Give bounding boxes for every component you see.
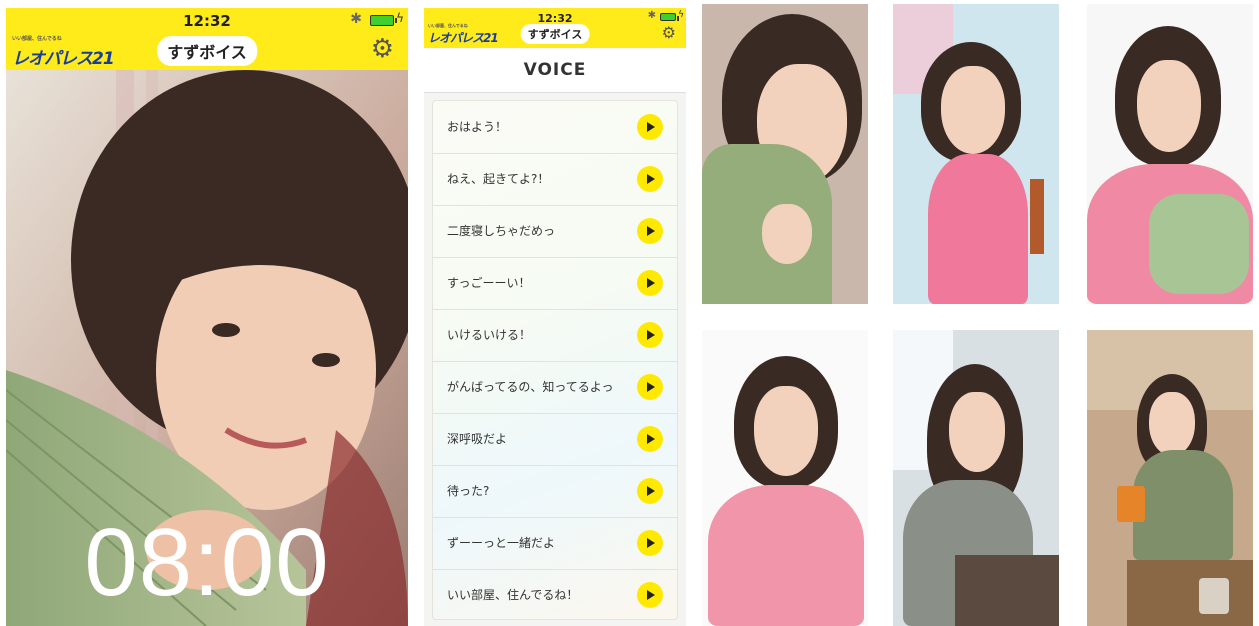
play-icon[interactable]: [637, 426, 663, 452]
voice-label: いい部屋、住んでるね！: [447, 588, 579, 602]
status-time: 12:32: [183, 12, 231, 30]
voice-list-item[interactable]: 深呼吸だよ: [433, 413, 677, 466]
play-icon[interactable]: [637, 166, 663, 192]
voice-list: おはよう！ ねえ、起きてよ?！ 二度寝しちゃだめっ すっごーーい！ いけるいける…: [432, 100, 678, 620]
voice-label: ねえ、起きてよ?！: [447, 172, 550, 186]
voice-label: 待った?: [447, 484, 490, 498]
voice-label: すっごーーい！: [447, 276, 531, 290]
gear-icon[interactable]: ⚙: [371, 36, 394, 62]
app-header-bar: 12:32 ✱ ϟ いい部屋、住んでるね レオパレス21 すずボイス ⚙: [6, 8, 408, 70]
voice-list-item[interactable]: がんばってるの、知ってるよっ: [433, 361, 677, 414]
voice-list-item[interactable]: 待った?: [433, 465, 677, 518]
voice-list-item[interactable]: いい部屋、住んでるね！: [433, 569, 677, 621]
bluetooth-icon: ✱: [350, 11, 362, 27]
voice-list-item[interactable]: ずーーっと一緒だよ: [433, 517, 677, 570]
wallpaper-thumbnail[interactable]: [893, 330, 1059, 626]
wallpaper-thumbnail[interactable]: [1087, 4, 1253, 304]
bluetooth-icon: ✱: [647, 10, 656, 21]
play-icon[interactable]: [637, 218, 663, 244]
wallpaper-thumbnail[interactable]: [893, 4, 1059, 304]
charging-icon: ϟ: [678, 10, 684, 20]
page-title: VOICE: [424, 48, 686, 93]
voice-list-item[interactable]: ねえ、起きてよ?！: [433, 153, 677, 206]
app-header-bar: 12:32 ✱ ϟ いい部屋、住んでるね レオパレス21 すずボイス ⚙: [424, 8, 686, 48]
wallpaper-thumbnail[interactable]: [702, 4, 868, 304]
wallpaper-thumbnail[interactable]: [702, 330, 868, 626]
app-title: すずボイス: [157, 36, 257, 66]
play-icon[interactable]: [637, 530, 663, 556]
play-icon[interactable]: [637, 374, 663, 400]
voice-label: いけるいける！: [447, 328, 532, 342]
voice-list-item[interactable]: すっごーーい！: [433, 257, 677, 310]
alarm-clock-time: 08:00: [84, 509, 330, 616]
lock-screen-phone: 12:32 ✱ ϟ いい部屋、住んでるね レオパレス21 すずボイス ⚙ 08:0…: [6, 8, 408, 626]
voice-label: ずーーっと一緒だよ: [447, 536, 556, 550]
voice-label: がんばってるの、知ってるよっ: [447, 380, 614, 394]
charging-icon: ϟ: [396, 11, 404, 25]
voice-label: おはよう！: [447, 120, 508, 134]
battery-icon: [660, 13, 679, 21]
brand-logo: いい部屋、住んでるね レオパレス21: [428, 23, 499, 45]
voice-list-item[interactable]: いけるいける！: [433, 309, 677, 362]
brand-logo: いい部屋、住んでるね レオパレス21: [12, 36, 115, 69]
voice-label: 深呼吸だよ: [447, 432, 508, 446]
voice-list-item[interactable]: 二度寝しちゃだめっ: [433, 205, 677, 258]
voice-list-item[interactable]: おはよう！: [433, 101, 677, 154]
play-icon[interactable]: [637, 322, 663, 348]
wallpaper-thumbnail[interactable]: [1087, 330, 1253, 626]
play-icon[interactable]: [637, 478, 663, 504]
play-icon[interactable]: [637, 582, 663, 608]
voice-label: 二度寝しちゃだめっ: [447, 224, 556, 238]
play-icon[interactable]: [637, 114, 663, 140]
app-title: すずボイス: [520, 24, 590, 44]
gear-icon[interactable]: ⚙: [662, 25, 676, 41]
play-icon[interactable]: [637, 270, 663, 296]
battery-icon: [370, 15, 397, 26]
voice-list-phone: 12:32 ✱ ϟ いい部屋、住んでるね レオパレス21 すずボイス ⚙ VOIC…: [424, 8, 686, 626]
